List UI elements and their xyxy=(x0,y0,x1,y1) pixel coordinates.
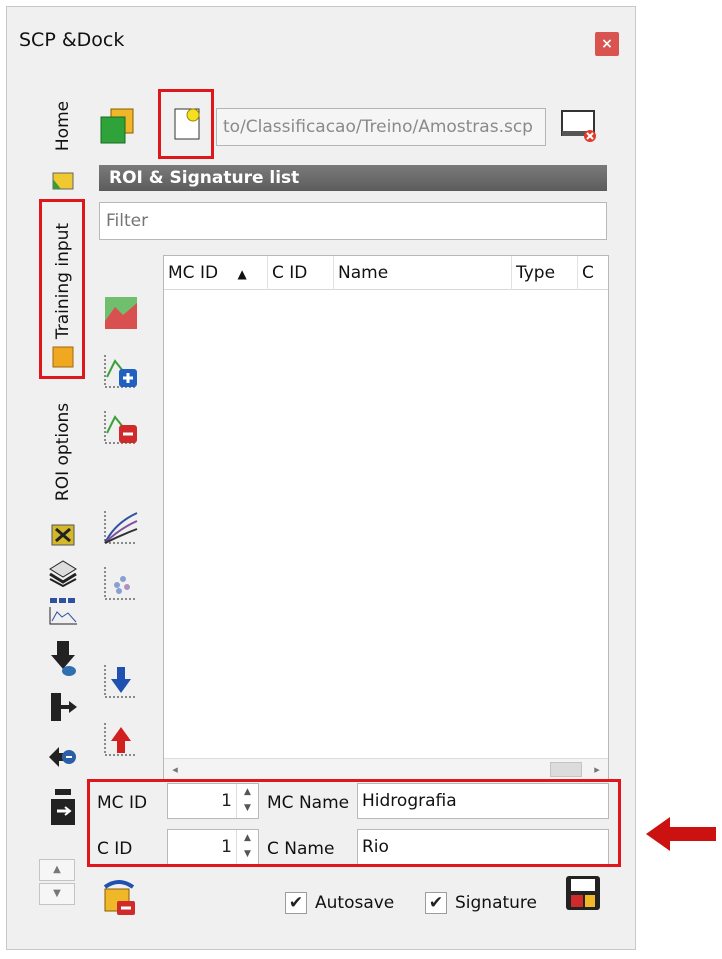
mc-id-spinbox[interactable]: 1 ▲ ▼ xyxy=(167,783,259,819)
shapefile-tab-icon[interactable] xyxy=(47,165,79,197)
column-color[interactable]: C xyxy=(578,256,610,290)
create-training-input-icon[interactable] xyxy=(97,105,137,145)
scroll-right-icon[interactable]: ▸ xyxy=(588,759,606,781)
tab-scroll-down[interactable]: ▼ xyxy=(39,883,75,905)
column-type[interactable]: Type xyxy=(512,256,578,290)
export-icon[interactable] xyxy=(47,737,79,777)
c-name-field[interactable]: Rio xyxy=(357,829,609,865)
window-title: SCP &Dock xyxy=(19,29,125,51)
tools-icon[interactable] xyxy=(47,519,79,551)
tab-home[interactable]: Home xyxy=(39,91,87,161)
signature-checkbox[interactable]: ✔ xyxy=(425,892,447,914)
roi-signature-table[interactable]: MC ID ▲ C ID Name Type C ◂ ▸ xyxy=(163,255,609,781)
band-set-icon[interactable] xyxy=(47,595,79,627)
import-icon[interactable] xyxy=(47,687,79,727)
tab-roi-options-label: ROI options xyxy=(53,402,73,502)
import-signatures-icon[interactable] xyxy=(101,661,141,701)
title-bar: SCP &Dock × xyxy=(7,7,635,69)
sort-ascending-icon: ▲ xyxy=(237,267,247,281)
merge-signatures-icon[interactable] xyxy=(99,877,139,917)
download-icon[interactable] xyxy=(47,639,79,679)
tab-scroll-up[interactable]: ▲ xyxy=(39,859,75,881)
signature-plot-icon[interactable] xyxy=(101,293,141,333)
autosave-label: Autosave xyxy=(315,893,395,913)
scatter-plot-icon[interactable] xyxy=(101,563,141,603)
training-input-tab-icon xyxy=(47,343,79,371)
scroll-left-icon[interactable]: ◂ xyxy=(166,759,184,781)
settings-icon[interactable] xyxy=(47,787,79,827)
c-name-label: C Name xyxy=(267,839,335,859)
mc-id-label: MC ID xyxy=(97,793,148,813)
mc-id-value: 1 xyxy=(221,791,232,811)
c-id-spin-arrows-icon[interactable]: ▲ ▼ xyxy=(236,830,258,864)
close-button[interactable]: × xyxy=(595,32,619,56)
scroll-thumb[interactable] xyxy=(550,762,582,777)
autosave-checkbox[interactable]: ✔ xyxy=(285,892,307,914)
mc-name-field[interactable]: Hidrografia xyxy=(357,783,609,819)
remove-from-signature-icon[interactable] xyxy=(101,407,141,447)
pointer-arrow-icon xyxy=(644,815,718,853)
roi-list-header: ROI & Signature list xyxy=(99,165,607,191)
column-name[interactable]: Name xyxy=(334,256,512,290)
tab-training-input-label: Training input xyxy=(53,222,73,340)
column-c-id[interactable]: C ID xyxy=(268,256,334,290)
horizontal-scrollbar[interactable]: ◂ ▸ xyxy=(164,758,608,780)
c-id-value: 1 xyxy=(221,837,232,857)
add-to-signature-icon[interactable] xyxy=(101,351,141,391)
tab-roi-options[interactable]: ROI options xyxy=(39,387,87,517)
reset-input-icon[interactable] xyxy=(559,105,599,145)
mc-name-label: MC Name xyxy=(267,793,350,813)
export-signatures-icon[interactable] xyxy=(101,719,141,759)
open-training-input-icon[interactable] xyxy=(167,105,207,145)
training-file-path: to/Classificacao/Treino/Amostras.scp xyxy=(216,108,546,146)
save-icon[interactable] xyxy=(563,873,603,913)
signature-label: Signature xyxy=(455,893,538,913)
c-id-spinbox[interactable]: 1 ▲ ▼ xyxy=(167,829,259,865)
tab-training-input[interactable]: Training input xyxy=(39,203,87,359)
c-id-label: C ID xyxy=(97,839,133,859)
column-mc-id[interactable]: MC ID ▲ xyxy=(164,256,268,290)
spectral-plot-icon[interactable] xyxy=(101,507,141,547)
preprocessing-icon[interactable] xyxy=(47,555,79,588)
tab-home-label: Home xyxy=(53,100,73,152)
scp-dock-panel: SCP &Dock × Home Training input ROI opti… xyxy=(6,6,636,950)
table-header: MC ID ▲ C ID Name Type C xyxy=(164,256,608,290)
filter-input[interactable] xyxy=(99,202,607,240)
mc-id-spin-arrows-icon[interactable]: ▲ ▼ xyxy=(236,784,258,818)
